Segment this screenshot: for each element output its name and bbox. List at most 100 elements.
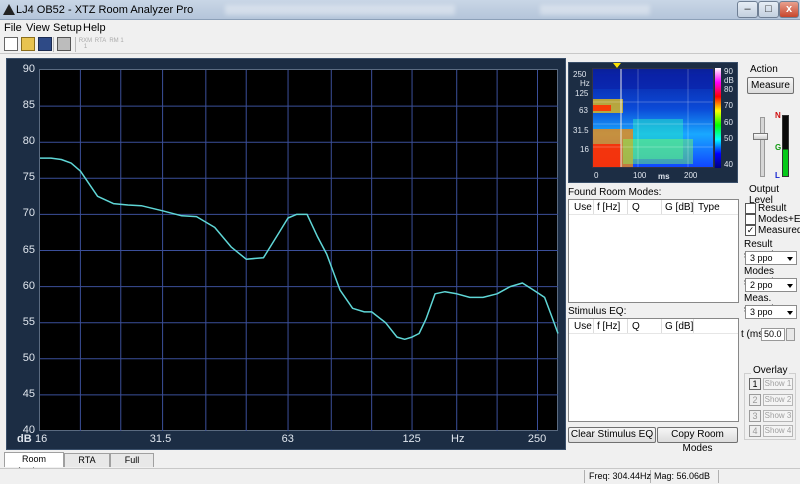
copy-room-modes-button[interactable]: Copy Room Modes: [657, 427, 738, 454]
spectrogram-image[interactable]: [592, 68, 714, 168]
spectro-y-label: 63: [579, 106, 588, 115]
close-button[interactable]: x: [779, 1, 799, 18]
output-level-slider[interactable]: [760, 117, 765, 177]
overlay-1-button[interactable]: 1: [749, 378, 761, 390]
rtm-button[interactable]: RM 1: [109, 38, 124, 44]
rxm-button[interactable]: RXM 1: [78, 38, 93, 50]
maximize-button[interactable]: □: [758, 1, 779, 18]
column-header[interactable]: Use: [574, 321, 592, 332]
status-divider: [718, 470, 719, 483]
y-tick-label: 80: [22, 135, 35, 148]
header-divider: [627, 319, 628, 333]
print-icon[interactable]: [57, 37, 71, 51]
found-modes-table[interactable]: Use f [Hz] Q G [dB] Type: [568, 199, 739, 303]
header-divider: [693, 200, 694, 214]
measure-button[interactable]: Measure: [747, 77, 794, 94]
time-cursor-icon[interactable]: [613, 63, 621, 68]
t-ms-input[interactable]: 50.0: [761, 328, 785, 341]
minimize-button[interactable]: –: [737, 1, 758, 18]
show-1-button[interactable]: Show 1: [763, 378, 793, 390]
toolbar-divider: [75, 37, 76, 52]
column-header[interactable]: f [Hz]: [597, 321, 620, 332]
overlay-3-button[interactable]: 3: [749, 410, 761, 422]
result-checkbox[interactable]: [745, 203, 756, 214]
column-header[interactable]: Type: [698, 202, 720, 213]
menu-view[interactable]: View: [26, 22, 50, 34]
menu-help[interactable]: Help: [83, 22, 106, 34]
modes-eq-label: Modes+EQ: [758, 214, 800, 225]
column-header[interactable]: Use: [574, 202, 592, 213]
output-level-slider-handle[interactable]: [753, 133, 768, 140]
measured-label: Measured: [758, 225, 800, 236]
status-magnitude: Mag: 56.06dB: [654, 471, 711, 481]
modes-eq-checkbox[interactable]: [745, 214, 756, 225]
show-4-button[interactable]: Show 4: [763, 425, 793, 437]
colorbar-label: 80: [724, 85, 733, 94]
stimulus-eq-title: Stimulus EQ:: [568, 306, 627, 317]
level-meter: [782, 115, 789, 177]
y-tick-label: 55: [22, 315, 35, 328]
open-folder-icon[interactable]: [21, 37, 35, 51]
x-axis-unit: Hz: [451, 433, 465, 445]
new-file-icon[interactable]: [4, 37, 18, 51]
clear-stimulus-eq-button[interactable]: Clear Stimulus EQ: [568, 427, 656, 443]
toolbar-divider: [53, 37, 54, 52]
y-tick-label: 75: [22, 171, 35, 184]
meas-smooth-select[interactable]: 3 ppo: [745, 305, 797, 319]
action-title: Action: [750, 64, 778, 75]
column-header[interactable]: G [dB]: [665, 321, 693, 332]
modes-smooth-select[interactable]: 2 ppo: [745, 278, 797, 292]
plot-area[interactable]: [39, 69, 558, 431]
spectro-y-label: 250: [573, 70, 587, 79]
tab-full-range[interactable]: Full Range: [110, 453, 154, 477]
y-tick-label: 65: [22, 243, 35, 256]
show-3-button[interactable]: Show 3: [763, 410, 793, 422]
column-header[interactable]: G [dB]: [665, 202, 693, 213]
spectro-y-label: 125: [575, 89, 589, 98]
result-smooth-select[interactable]: 3 ppo: [745, 251, 797, 265]
status-divider: [584, 470, 585, 483]
colorbar-label: 90: [724, 67, 733, 76]
modes-smooth-value: 2 ppo: [750, 280, 773, 290]
menu-file[interactable]: File: [4, 22, 22, 34]
header-divider: [569, 333, 738, 334]
colorbar-label: 40: [724, 160, 733, 169]
meas-smooth-value: 3 ppo: [750, 307, 773, 317]
save-icon[interactable]: [38, 37, 52, 51]
header-divider: [661, 319, 662, 333]
x-tick-label: 125: [402, 433, 421, 445]
column-header[interactable]: Q: [632, 321, 640, 332]
t-ms-spinner[interactable]: [786, 328, 795, 341]
spectrogram-heatmap: [593, 69, 713, 167]
result-label: Result: [758, 203, 787, 214]
meter-label-g: G: [775, 143, 782, 152]
show-2-button[interactable]: Show 2: [763, 394, 793, 406]
y-tick-label: 70: [22, 207, 35, 220]
tab-rta[interactable]: RTA: [64, 453, 110, 467]
blurred-region: [225, 5, 455, 15]
header-divider: [661, 200, 662, 214]
spectro-y-label: 31.5: [573, 126, 589, 135]
y-axis-unit: dB: [17, 433, 32, 445]
spectro-y-unit: Hz: [580, 79, 590, 88]
title-bar: LJ4 OB52 - XTZ Room Analyzer Pro – □ x: [0, 0, 800, 20]
y-tick-label: 60: [22, 279, 35, 292]
spectro-y-label: 16: [580, 145, 589, 154]
column-header[interactable]: Q: [632, 202, 640, 213]
menu-setup[interactable]: Setup: [53, 22, 82, 34]
header-divider: [593, 200, 594, 214]
measured-checkbox[interactable]: ✓: [745, 225, 756, 236]
y-tick-label: 45: [22, 387, 35, 400]
y-tick-label: 90: [22, 63, 35, 75]
y-tick-label: 50: [22, 351, 35, 364]
tab-room-analyzer[interactable]: Room Analyzer: [4, 452, 64, 476]
overlay-2-button[interactable]: 2: [749, 394, 761, 406]
x-tick-label: 16: [35, 433, 48, 445]
status-frequency: Freq: 304.44Hz: [589, 471, 652, 481]
overlay-4-button[interactable]: 4: [749, 425, 761, 437]
stimulus-eq-table[interactable]: Use f [Hz] Q G [dB]: [568, 318, 739, 422]
toolbar: RXM 1 RTA RM 1: [0, 35, 800, 54]
column-header[interactable]: f [Hz]: [597, 202, 620, 213]
rta-button[interactable]: RTA: [93, 38, 108, 44]
colorbar-label: 60: [724, 118, 733, 127]
